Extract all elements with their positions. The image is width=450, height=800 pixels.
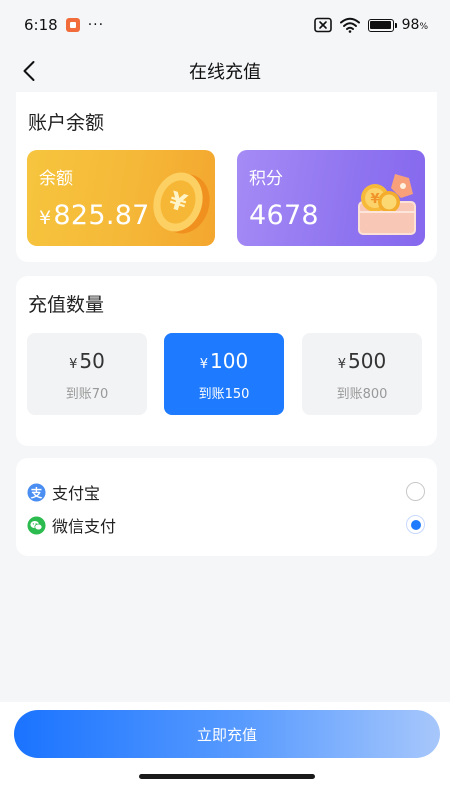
amount-price: ¥500 [337, 349, 387, 373]
gold-coin-icon: ¥ [153, 172, 210, 234]
points-value: 4678 [249, 200, 319, 231]
app-notification-icon [65, 18, 80, 32]
alipay-icon: 支 [27, 482, 46, 502]
balance-label: 余额 [39, 169, 73, 189]
svg-text:¥: ¥ [370, 192, 379, 207]
status-left: 6:18 ··· [24, 16, 104, 34]
account-balance-card: 账户余额 余额 ¥825.87 ¥ 积分 4678 ¥ [16, 92, 437, 262]
payment-label: 支付宝 [52, 484, 101, 503]
payment-option-wechat[interactable]: 微信支付 [27, 512, 425, 538]
page-title: 在线充值 [189, 62, 261, 83]
payment-label: 微信支付 [52, 517, 117, 536]
balance-tile[interactable]: 余额 ¥825.87 ¥ [27, 150, 215, 246]
amount-credited: 到账800 [336, 387, 388, 402]
amount-credited: 到账150 [198, 387, 250, 402]
status-right: 98% [313, 17, 428, 33]
balance-value: ¥825.87 [39, 200, 150, 231]
nav-bar: 在线充值 [0, 50, 450, 92]
amount-option-100[interactable]: ¥100 到账150 [164, 333, 284, 415]
wifi-icon [339, 17, 360, 33]
payment-option-alipay[interactable]: 支 支付宝 [27, 479, 425, 505]
amount-option-500[interactable]: ¥500 到账800 [302, 333, 422, 415]
payment-method-card: 支 支付宝 微信支付 [16, 458, 437, 556]
points-label: 积分 [249, 169, 283, 189]
recharge-amount-title: 充值数量 [28, 294, 105, 316]
more-notifications-indicator: ··· [87, 17, 105, 33]
bottom-bar: 立即充值 [0, 702, 450, 800]
alipay-radio[interactable] [406, 482, 425, 501]
amount-credited: 到账70 [65, 387, 109, 402]
amount-price: ¥100 [199, 349, 249, 373]
status-time: 6:18 [24, 16, 58, 34]
home-indicator[interactable] [139, 774, 315, 779]
sim-off-icon [313, 17, 332, 33]
points-tile[interactable]: 积分 4678 ¥ [237, 150, 425, 246]
recharge-now-button[interactable]: 立即充值 [14, 710, 440, 758]
chevron-left-icon [23, 61, 35, 81]
coin-box-icon: ¥ [358, 174, 416, 235]
battery-percent: 98% [401, 17, 428, 33]
wechat-radio[interactable] [406, 515, 425, 534]
amount-option-50[interactable]: ¥50 到账70 [27, 333, 147, 415]
battery-icon [367, 18, 397, 32]
status-bar: 6:18 ··· 98% [0, 0, 450, 50]
back-button[interactable] [14, 56, 44, 86]
amount-price: ¥50 [69, 349, 105, 373]
account-balance-title: 账户余额 [28, 112, 105, 134]
svg-text:支: 支 [30, 485, 43, 499]
wechat-pay-icon [27, 515, 46, 535]
recharge-amount-card: 充值数量 ¥50 到账70 ¥100 到账150 ¥500 到账800 [16, 276, 437, 446]
